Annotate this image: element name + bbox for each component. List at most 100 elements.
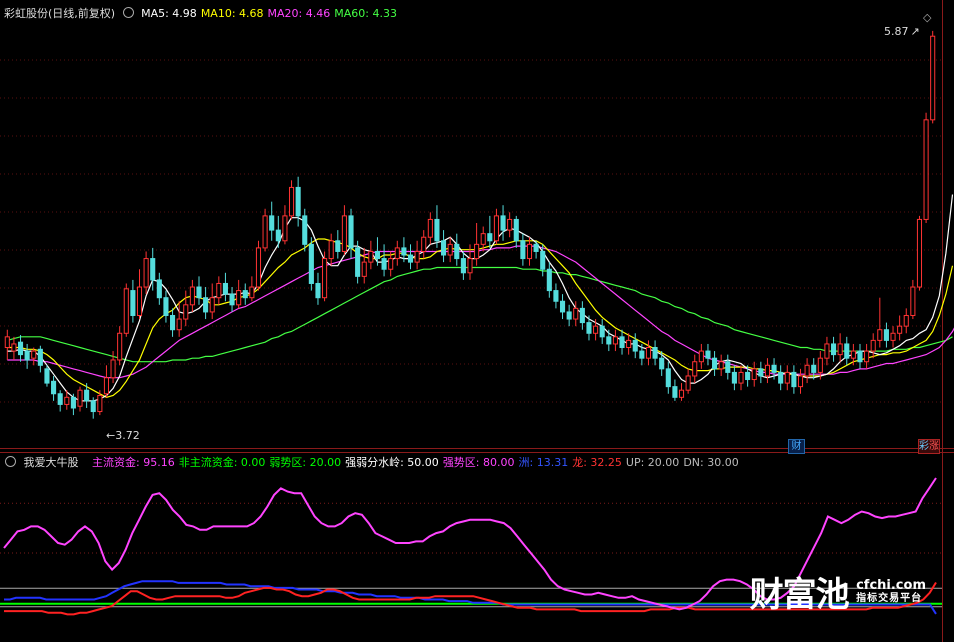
chart-canvas xyxy=(0,0,954,642)
candle-body-up xyxy=(474,243,480,260)
candlestick-series xyxy=(4,30,936,419)
candle-body-up xyxy=(526,243,533,260)
indicator-value-6: 龙: 32.25 xyxy=(572,456,622,469)
candle-body-down xyxy=(24,350,30,361)
candle-body-down xyxy=(639,350,645,359)
candle-body-up xyxy=(718,361,724,370)
candle-body-down xyxy=(665,368,671,388)
ma-label-3: MA60: 4.33 xyxy=(334,7,397,20)
panel-settings-icon[interactable] xyxy=(122,7,134,18)
candle-body-up xyxy=(4,336,10,349)
candle-body-down xyxy=(17,341,24,356)
candle-body-down xyxy=(454,243,460,260)
candle-body-down xyxy=(57,393,63,405)
candle-body-up xyxy=(784,371,790,384)
candle-body-down xyxy=(269,215,275,231)
candle-body-up xyxy=(361,261,367,277)
candle-body-up xyxy=(910,286,916,316)
candle-body-up xyxy=(645,347,652,359)
indicator-settings-icon[interactable] xyxy=(5,456,16,467)
candle-body-up xyxy=(870,339,876,352)
indicator-value-1: 非主流资金: 0.00 xyxy=(178,456,266,469)
candle-body-down xyxy=(586,322,592,334)
candle-body-up xyxy=(143,258,149,288)
indicator-legend: 主流资金: 95.16 非主流资金: 0.00 弱势区: 20.00 强弱分水岭: 5… xyxy=(92,456,743,469)
candle-body-down xyxy=(791,371,797,388)
candle-body-up xyxy=(593,325,599,334)
finance-badge[interactable]: 财 xyxy=(788,439,805,454)
candle-body-up xyxy=(341,215,347,252)
candle-body-down xyxy=(90,400,96,413)
candle-body-up xyxy=(797,375,804,388)
candle-body-up xyxy=(11,343,17,352)
candle-body-down xyxy=(533,243,539,252)
candle-body-up xyxy=(64,396,70,405)
candle-body-down xyxy=(229,293,235,306)
candle-body-down xyxy=(170,314,176,331)
high-price-value: 5.87 xyxy=(884,25,909,38)
candle-body-down xyxy=(302,215,308,245)
candle-body-up xyxy=(421,236,427,252)
candle-body-down xyxy=(553,290,559,302)
candle-body-up xyxy=(328,240,334,260)
candle-body-down xyxy=(51,380,57,395)
candle-body-down xyxy=(632,339,638,352)
candle-body-up xyxy=(698,350,704,363)
candle-body-down xyxy=(381,258,387,270)
candle-body-down xyxy=(758,368,764,377)
candle-body-up xyxy=(738,371,744,384)
candle-body-up xyxy=(103,377,110,395)
low-price-value: 3.72 xyxy=(115,429,140,442)
candle-body-up xyxy=(916,218,923,288)
candle-body-down xyxy=(731,371,737,384)
limit-up-badge[interactable]: 彩涨 xyxy=(918,439,940,454)
ma20-line xyxy=(7,245,954,379)
candle-body-up xyxy=(447,243,453,256)
candle-body-up xyxy=(890,332,896,341)
candle-body-down xyxy=(520,240,526,260)
candle-body-up xyxy=(804,364,810,377)
candle-body-up xyxy=(824,343,830,359)
candle-body-down xyxy=(401,247,407,256)
watermark-brand: 财富池 xyxy=(749,575,850,615)
candle-body-up xyxy=(467,258,473,274)
candle-body-down xyxy=(844,343,850,359)
candle-body-up xyxy=(262,215,268,249)
candle-body-down xyxy=(652,347,658,359)
indicator-value-4: 强势区: 80.00 xyxy=(442,456,515,469)
limit-up-label: 涨 xyxy=(929,441,939,452)
main-panel-header: 彩虹股份(日线,前复权) MA5: 4.98 MA10: 4.68 MA20: 4.… xyxy=(0,6,405,22)
watermark-logo: 财富池 cfchi.com 指标交易平台 xyxy=(750,567,926,616)
candle-body-down xyxy=(672,386,678,398)
candle-body-down xyxy=(546,268,552,292)
candle-body-up xyxy=(612,336,618,345)
candle-body-up xyxy=(282,215,288,242)
candle-body-down xyxy=(84,389,90,402)
candle-body-up xyxy=(216,282,222,299)
candle-body-down xyxy=(883,329,889,341)
candle-body-down xyxy=(811,364,817,373)
candle-body-down xyxy=(606,336,612,345)
candle-body-down xyxy=(44,368,50,384)
candle-body-down xyxy=(460,258,466,274)
candle-body-down xyxy=(619,336,625,349)
candle-body-down xyxy=(355,247,361,277)
candle-body-down xyxy=(725,361,731,373)
candle-body-up xyxy=(923,119,929,220)
candle-body-up xyxy=(368,250,374,263)
ma-label-2: MA20: 4.46 xyxy=(267,7,331,20)
ma-label-0: MA5: 4.98 xyxy=(141,7,197,20)
diamond-icon[interactable]: ◇ xyxy=(923,11,931,24)
candle-body-down xyxy=(335,240,341,252)
candle-body-down xyxy=(441,240,447,256)
indicator-value-2: 弱势区: 20.00 xyxy=(269,456,342,469)
high-price-label: 5.87 ↗ xyxy=(884,25,920,38)
candle-body-up xyxy=(427,218,433,238)
candle-body-up xyxy=(480,233,486,245)
candle-body-down xyxy=(857,350,863,363)
candle-body-down xyxy=(830,343,837,356)
candle-body-down xyxy=(540,250,546,270)
ma5-line xyxy=(7,194,954,402)
candle-body-down xyxy=(275,229,281,242)
candle-body-down xyxy=(203,297,209,313)
